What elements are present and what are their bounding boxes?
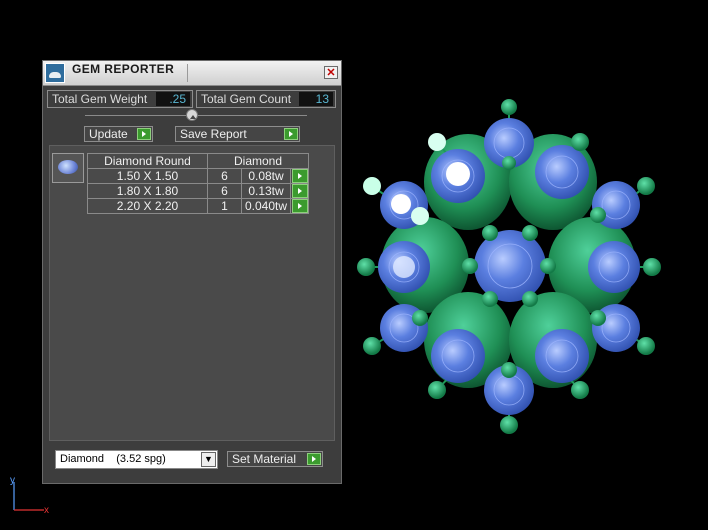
gem-reporter-panel: GEM REPORTER ✕ Total Gem Weight .25 Tota… <box>42 60 342 484</box>
set-material-button[interactable]: Set Material <box>227 451 323 467</box>
table-row: 1.50 X 1.50 6 0.08tw <box>87 168 309 184</box>
axis-y-label: y <box>10 475 15 486</box>
header-diamond-round: Diamond Round <box>87 153 208 169</box>
play-arrow-icon <box>137 128 151 140</box>
play-arrow-icon <box>284 128 298 140</box>
table-row: 2.20 X 2.20 1 0.040tw <box>87 198 309 214</box>
cell-count: 6 <box>207 168 242 184</box>
diamond-round-thumbnail-icon <box>52 153 84 183</box>
header-diamond: Diamond <box>207 153 309 169</box>
total-gem-count-value: 13 <box>299 92 333 106</box>
cell-size: 2.20 X 2.20 <box>87 198 208 214</box>
save-report-button-label: Save Report <box>180 127 247 141</box>
cell-size: 1.80 X 1.80 <box>87 183 208 199</box>
play-arrow-icon <box>291 184 308 198</box>
close-icon[interactable]: ✕ <box>324 66 338 79</box>
report-area: Diamond Round Diamond 1.50 X 1.50 6 0.08… <box>49 145 335 441</box>
update-button-label: Update <box>89 127 128 141</box>
cell-weight: 0.040tw <box>241 198 291 214</box>
title-bar[interactable]: GEM REPORTER ✕ <box>43 61 341 86</box>
axis-x-label: x <box>44 505 49 516</box>
row-expand-button[interactable] <box>290 183 309 199</box>
cell-weight: 0.08tw <box>241 168 291 184</box>
play-arrow-icon <box>291 169 308 183</box>
total-gem-count: Total Gem Count 13 <box>196 90 336 108</box>
chevron-down-icon[interactable]: ▼ <box>201 452 216 467</box>
total-gem-weight-value: .25 <box>156 92 190 106</box>
cell-count: 1 <box>207 198 242 214</box>
ring-render <box>357 99 661 434</box>
total-gem-weight-label: Total Gem Weight <box>52 92 148 106</box>
update-button[interactable]: Update <box>84 126 153 142</box>
gem-table: Diamond Round Diamond 1.50 X 1.50 6 0.08… <box>87 153 309 214</box>
gem-reporter-app-icon <box>45 63 65 83</box>
window-title: GEM REPORTER <box>72 62 175 76</box>
row-expand-button[interactable] <box>290 198 309 214</box>
play-arrow-icon <box>307 453 321 465</box>
cell-weight: 0.13tw <box>241 183 291 199</box>
collapse-handle-icon[interactable] <box>186 109 198 121</box>
title-separator <box>187 64 188 82</box>
total-gem-count-label: Total Gem Count <box>201 92 292 106</box>
set-material-button-label: Set Material <box>232 452 297 466</box>
table-row: 1.80 X 1.80 6 0.13tw <box>87 183 309 199</box>
material-select-value: Diamond (3.52 spg) <box>60 453 166 465</box>
play-arrow-icon <box>291 199 308 213</box>
cell-size: 1.50 X 1.50 <box>87 168 208 184</box>
cell-count: 6 <box>207 183 242 199</box>
total-gem-weight: Total Gem Weight .25 <box>47 90 193 108</box>
material-select[interactable]: Diamond (3.52 spg) ▼ <box>55 450 218 469</box>
row-expand-button[interactable] <box>290 168 309 184</box>
save-report-button[interactable]: Save Report <box>175 126 300 142</box>
